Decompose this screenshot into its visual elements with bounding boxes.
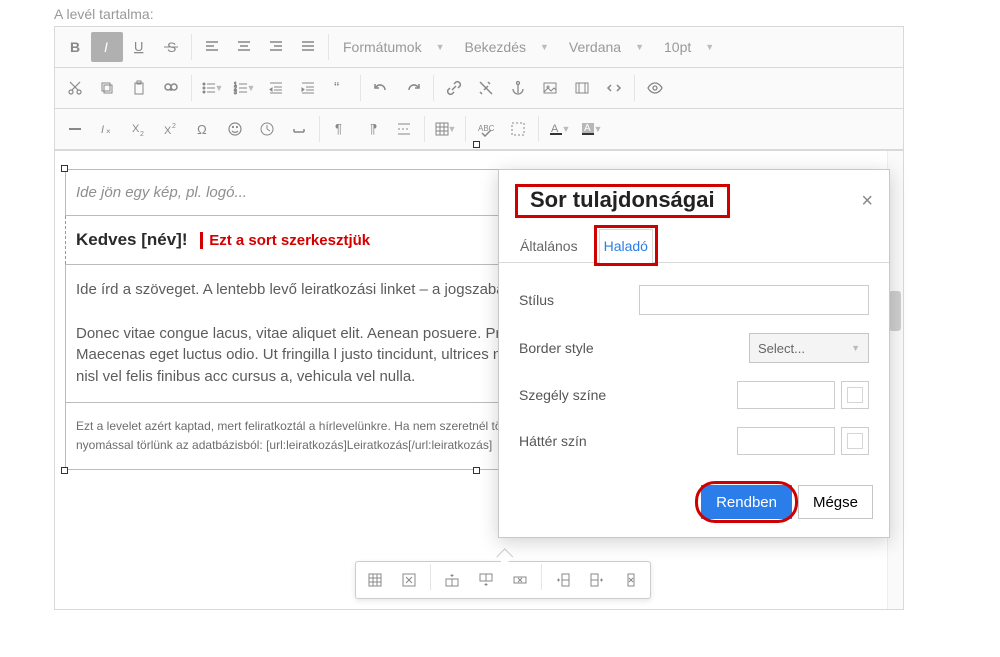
find-button[interactable] — [155, 73, 187, 103]
insert-col-before-button[interactable] — [546, 564, 580, 596]
tab-advanced[interactable]: Haladó — [599, 229, 653, 263]
link-button[interactable] — [438, 73, 470, 103]
indent-button[interactable] — [292, 73, 324, 103]
text-color-button[interactable]: A▼ — [543, 114, 575, 144]
special-char-button[interactable]: Ω — [187, 114, 219, 144]
image-button[interactable] — [534, 73, 566, 103]
label-bg-color: Háttér szín — [519, 433, 639, 449]
show-blocks-button[interactable] — [502, 114, 534, 144]
redo-button[interactable] — [397, 73, 429, 103]
swatch-bg-color[interactable] — [841, 427, 869, 455]
dialog-tabs: Általános Haladó — [499, 228, 889, 263]
input-border-color[interactable] — [737, 381, 835, 409]
paragraph-dropdown[interactable]: Bekezdés▼ — [455, 32, 559, 62]
font-family-dropdown[interactable]: Verdana▼ — [559, 32, 654, 62]
spellcheck-button[interactable]: ABC — [470, 114, 502, 144]
svg-text:B: B — [70, 39, 80, 55]
number-list-button[interactable]: 123▼ — [228, 73, 260, 103]
delete-col-button[interactable] — [614, 564, 648, 596]
superscript-button[interactable]: X2 — [155, 114, 187, 144]
svg-text:2: 2 — [140, 131, 144, 137]
align-right-button[interactable] — [260, 32, 292, 62]
nbsp-button[interactable] — [283, 114, 315, 144]
svg-text:3: 3 — [234, 90, 237, 96]
insert-col-after-button[interactable] — [580, 564, 614, 596]
table-context-toolbar — [355, 561, 651, 599]
emoji-button[interactable] — [219, 114, 251, 144]
label-border-style: Border style — [519, 340, 639, 356]
svg-text:¶: ¶ — [335, 121, 342, 136]
svg-text:A: A — [584, 123, 591, 134]
svg-text:2: 2 — [172, 123, 176, 130]
select-border-style[interactable]: Select...▼ — [749, 333, 869, 363]
table-button[interactable]: ▼ — [429, 114, 461, 144]
input-style[interactable] — [639, 285, 869, 315]
unlink-button[interactable] — [470, 73, 502, 103]
formats-dropdown[interactable]: Formátumok▼ — [333, 32, 455, 62]
anchor-button[interactable] — [502, 73, 534, 103]
ltr-button[interactable]: ¶ — [324, 114, 356, 144]
outdent-button[interactable] — [260, 73, 292, 103]
svg-text:I: I — [101, 124, 104, 136]
align-justify-button[interactable] — [292, 32, 324, 62]
undo-button[interactable] — [365, 73, 397, 103]
underline-button[interactable]: U — [123, 32, 155, 62]
font-size-dropdown[interactable]: 10pt▼ — [654, 32, 724, 62]
svg-text:×: × — [106, 127, 111, 136]
svg-text:U: U — [134, 39, 143, 54]
bold-button[interactable]: B — [59, 32, 91, 62]
insert-row-before-button[interactable] — [435, 564, 469, 596]
edit-annotation: Ezt a sort szerkesztjük — [200, 232, 370, 249]
label-border-color: Szegély színe — [519, 387, 639, 403]
svg-text:I: I — [104, 39, 108, 55]
insert-row-after-button[interactable] — [469, 564, 503, 596]
hr-button[interactable] — [59, 114, 91, 144]
greeting-text: Kedves [név]! — [76, 230, 187, 249]
bg-color-button[interactable]: A▼ — [575, 114, 607, 144]
clear-format-button[interactable]: I× — [91, 114, 123, 144]
svg-text:X: X — [164, 125, 172, 137]
label-style: Stílus — [519, 292, 639, 308]
blockquote-button[interactable]: “ — [324, 73, 356, 103]
dialog-title: Sor tulajdonságai — [524, 187, 721, 212]
copy-button[interactable] — [91, 73, 123, 103]
align-center-button[interactable] — [228, 32, 260, 62]
media-button[interactable] — [566, 73, 598, 103]
code-button[interactable] — [598, 73, 630, 103]
dialog-close-button[interactable]: × — [861, 190, 873, 213]
tab-general[interactable]: Általános — [515, 229, 583, 263]
datetime-button[interactable] — [251, 114, 283, 144]
input-bg-color[interactable] — [737, 427, 835, 455]
strike-button[interactable]: S — [155, 32, 187, 62]
delete-row-button[interactable] — [503, 564, 537, 596]
svg-text:“: “ — [334, 80, 339, 96]
bullet-list-button[interactable]: ▼ — [196, 73, 228, 103]
align-left-button[interactable] — [196, 32, 228, 62]
svg-text:X: X — [132, 123, 140, 135]
page-label: A levél tartalma: — [54, 6, 1000, 22]
ok-button[interactable]: Rendben — [701, 485, 792, 519]
svg-text:¶: ¶ — [370, 121, 377, 136]
svg-text:Ω: Ω — [197, 122, 207, 137]
subscript-button[interactable]: X2 — [123, 114, 155, 144]
svg-text:ABC: ABC — [478, 124, 494, 133]
table-props-button[interactable] — [358, 564, 392, 596]
italic-button[interactable]: I — [91, 32, 123, 62]
toolbar-row-2: ▼ 123▼ “ — [54, 67, 904, 108]
pagebreak-button[interactable] — [388, 114, 420, 144]
swatch-border-color[interactable] — [841, 381, 869, 409]
cut-button[interactable] — [59, 73, 91, 103]
toolbar-row-1: B I U S Formátumok▼ Bekezdés▼ Verdana▼ 1… — [54, 26, 904, 67]
rtl-button[interactable]: ¶ — [356, 114, 388, 144]
paste-button[interactable] — [123, 73, 155, 103]
cancel-button[interactable]: Mégse — [798, 485, 873, 519]
delete-table-button[interactable] — [392, 564, 426, 596]
row-properties-dialog: Sor tulajdonságai × Általános Haladó Stí… — [498, 169, 890, 538]
preview-button[interactable] — [639, 73, 671, 103]
